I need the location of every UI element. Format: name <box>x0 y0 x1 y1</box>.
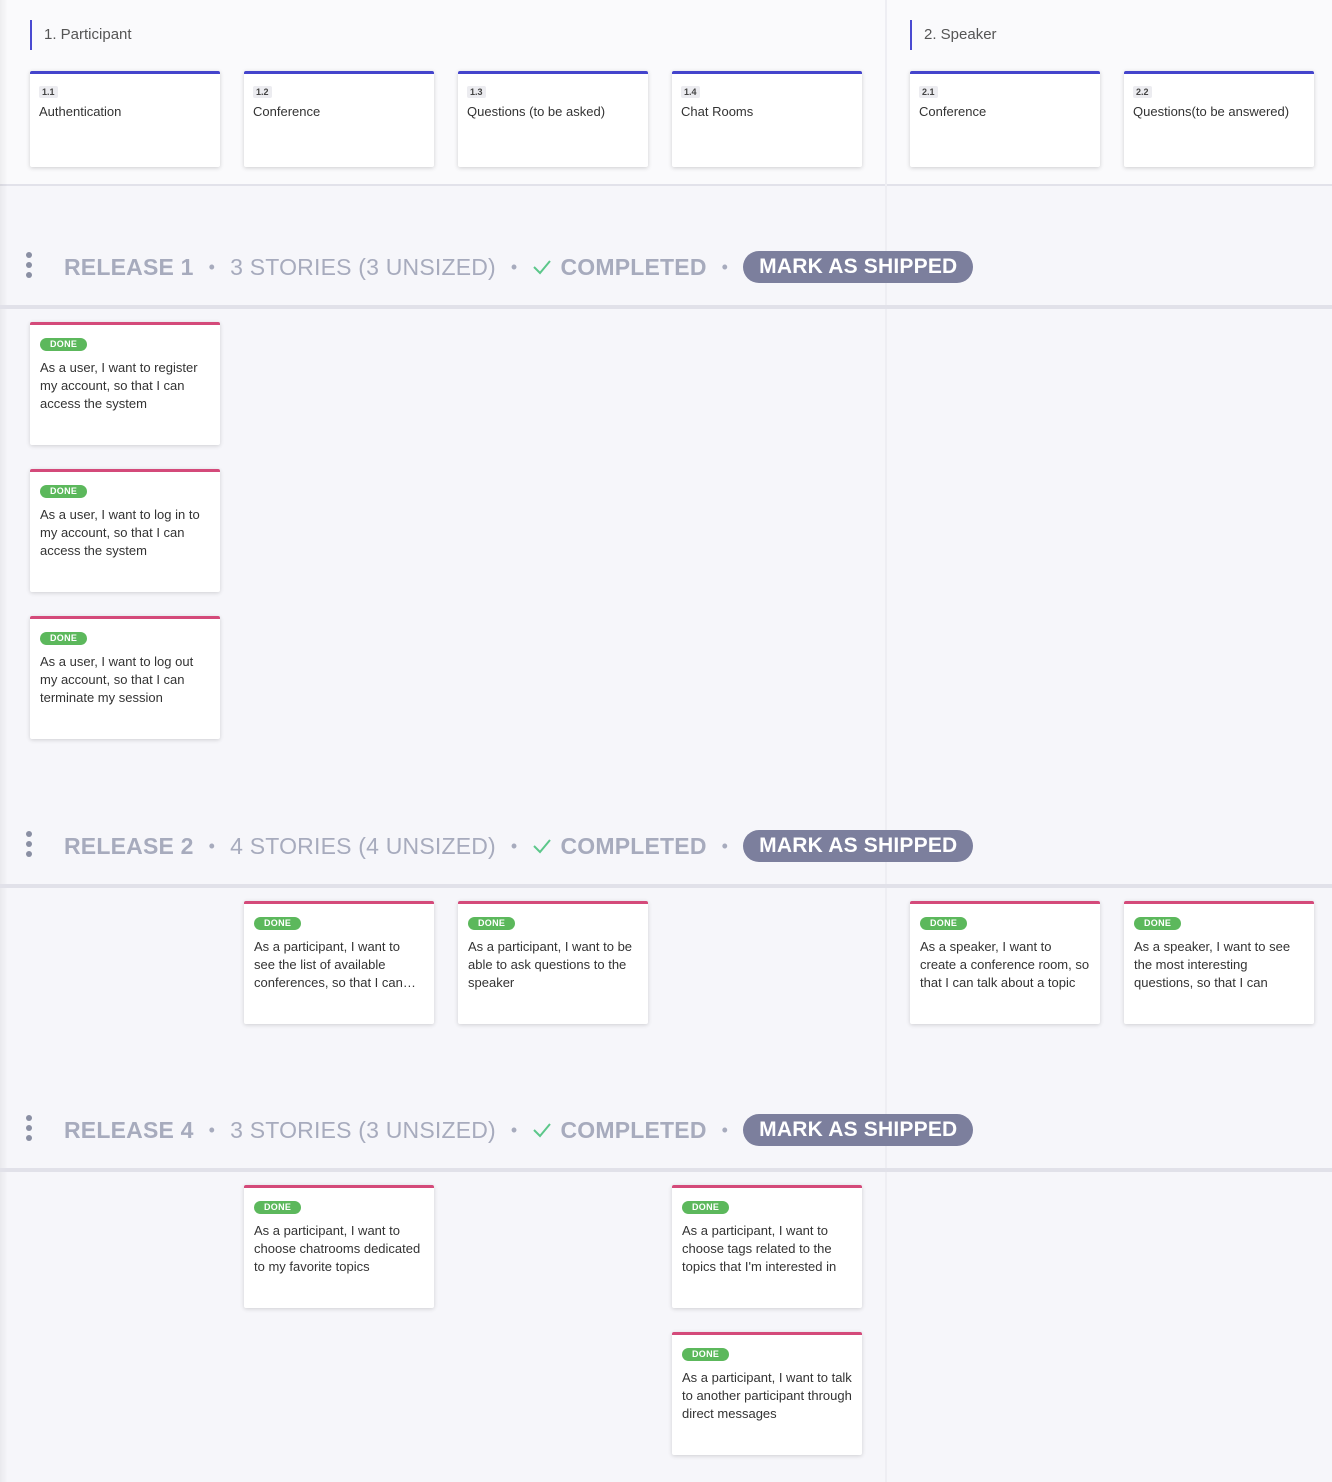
mark-as-shipped-button[interactable]: MARK AS SHIPPED <box>743 830 974 862</box>
release-status: COMPLETED <box>560 253 707 280</box>
release-header: RELEASE 1 • 3 STORIES (3 UNSIZED) • COMP… <box>64 250 974 284</box>
release-divider <box>0 884 1332 888</box>
feature-number: 1.4 <box>681 86 700 98</box>
feature-card[interactable]: 1.1 Authentication <box>30 71 220 167</box>
story-text: As a user, I want to register my account… <box>40 360 198 411</box>
separator-dot: • <box>208 1119 216 1140</box>
separator-dot: • <box>510 1119 518 1140</box>
activity-column-divider <box>885 0 887 1482</box>
feature-title: Questions(to be answered) <box>1133 104 1290 119</box>
feature-card[interactable]: 1.2 Conference <box>244 71 434 167</box>
story-card[interactable]: DONE As a participant, I want to choose … <box>672 1185 862 1308</box>
status-badge: DONE <box>1134 917 1182 930</box>
feature-number: 2.1 <box>919 86 938 98</box>
release-status: COMPLETED <box>560 832 707 859</box>
feature-title: Authentication <box>39 104 122 119</box>
status-badge: DONE <box>468 917 516 930</box>
story-text: As a participant, I want to choose chatr… <box>254 1223 421 1274</box>
feature-card[interactable]: 2.2 Questions(to be answered) <box>1124 71 1314 167</box>
activity-participant[interactable]: 1. Participant <box>30 20 132 50</box>
check-icon <box>533 260 552 275</box>
story-card[interactable]: DONE As a participant, I want to see the… <box>244 901 434 1024</box>
status-badge: DONE <box>682 1201 730 1214</box>
release-name[interactable]: RELEASE 1 <box>64 254 194 281</box>
story-card[interactable]: DONE As a user, I want to log out my acc… <box>30 616 220 739</box>
feature-title: Chat Rooms <box>681 104 754 119</box>
release-menu-icon[interactable] <box>24 1115 34 1145</box>
release-divider <box>0 305 1332 309</box>
story-text: As a participant, I want to see the list… <box>254 939 416 990</box>
story-text: As a user, I want to log out my account,… <box>40 654 194 705</box>
release-status: COMPLETED <box>560 1116 707 1143</box>
feature-card[interactable]: 1.4 Chat Rooms <box>672 71 862 167</box>
status-badge: DONE <box>920 917 968 930</box>
story-text: As a user, I want to log in to my accoun… <box>40 507 200 558</box>
status-badge: DONE <box>682 1348 730 1361</box>
status-badge: DONE <box>254 917 302 930</box>
story-card[interactable]: DONE As a speaker, I want to create a co… <box>910 901 1100 1024</box>
left-edge-shadow <box>0 0 8 1482</box>
release-name[interactable]: RELEASE 2 <box>64 833 194 860</box>
activity-speaker[interactable]: 2. Speaker <box>910 20 997 50</box>
feature-number: 1.3 <box>467 86 486 98</box>
status-badge: DONE <box>40 485 88 498</box>
story-card[interactable]: DONE As a participant, I want to be able… <box>458 901 648 1024</box>
story-text: As a participant, I want to talk to anot… <box>682 1370 852 1421</box>
mark-as-shipped-button[interactable]: MARK AS SHIPPED <box>743 251 974 283</box>
separator-dot: • <box>208 256 216 277</box>
story-text: As a participant, I want to choose tags … <box>682 1223 837 1274</box>
feature-number: 2.2 <box>1133 86 1152 98</box>
status-badge: DONE <box>40 338 88 351</box>
feature-title: Conference <box>253 104 321 119</box>
release-divider <box>0 1168 1332 1172</box>
separator-dot: • <box>721 1119 729 1140</box>
story-card[interactable]: DONE As a user, I want to log in to my a… <box>30 469 220 592</box>
feature-number: 1.2 <box>253 86 272 98</box>
separator-dot: • <box>510 256 518 277</box>
story-text: As a speaker, I want to see the most int… <box>1134 939 1291 990</box>
release-menu-icon[interactable] <box>24 252 34 282</box>
story-card[interactable]: DONE As a user, I want to register my ac… <box>30 322 220 445</box>
feature-card[interactable]: 2.1 Conference <box>910 71 1100 167</box>
release-story-count: 4 STORIES (4 UNSIZED) <box>230 832 496 859</box>
feature-number: 1.1 <box>39 86 58 98</box>
feature-card[interactable]: 1.3 Questions (to be asked) <box>458 71 648 167</box>
release-header: RELEASE 2 • 4 STORIES (4 UNSIZED) • COMP… <box>64 829 974 863</box>
separator-dot: • <box>721 256 729 277</box>
feature-title: Conference <box>919 104 987 119</box>
release-story-count: 3 STORIES (3 UNSIZED) <box>230 253 496 280</box>
status-badge: DONE <box>40 632 88 645</box>
story-card[interactable]: DONE As a participant, I want to choose … <box>244 1185 434 1308</box>
story-text: As a speaker, I want to create a confere… <box>920 939 1090 990</box>
separator-dot: • <box>208 835 216 856</box>
check-icon <box>533 1123 552 1138</box>
status-badge: DONE <box>254 1201 302 1214</box>
feature-title: Questions (to be asked) <box>467 104 606 119</box>
separator-dot: • <box>721 835 729 856</box>
release-name[interactable]: RELEASE 4 <box>64 1117 194 1144</box>
story-card[interactable]: DONE As a speaker, I want to see the mos… <box>1124 901 1314 1024</box>
release-story-count: 3 STORIES (3 UNSIZED) <box>230 1116 496 1143</box>
mark-as-shipped-button[interactable]: MARK AS SHIPPED <box>743 1114 974 1146</box>
check-icon <box>533 839 552 854</box>
story-text: As a participant, I want to be able to a… <box>468 939 633 990</box>
story-card[interactable]: DONE As a participant, I want to talk to… <box>672 1332 862 1455</box>
separator-dot: • <box>510 835 518 856</box>
release-header: RELEASE 4 • 3 STORIES (3 UNSIZED) • COMP… <box>64 1113 974 1147</box>
release-menu-icon[interactable] <box>24 831 34 861</box>
